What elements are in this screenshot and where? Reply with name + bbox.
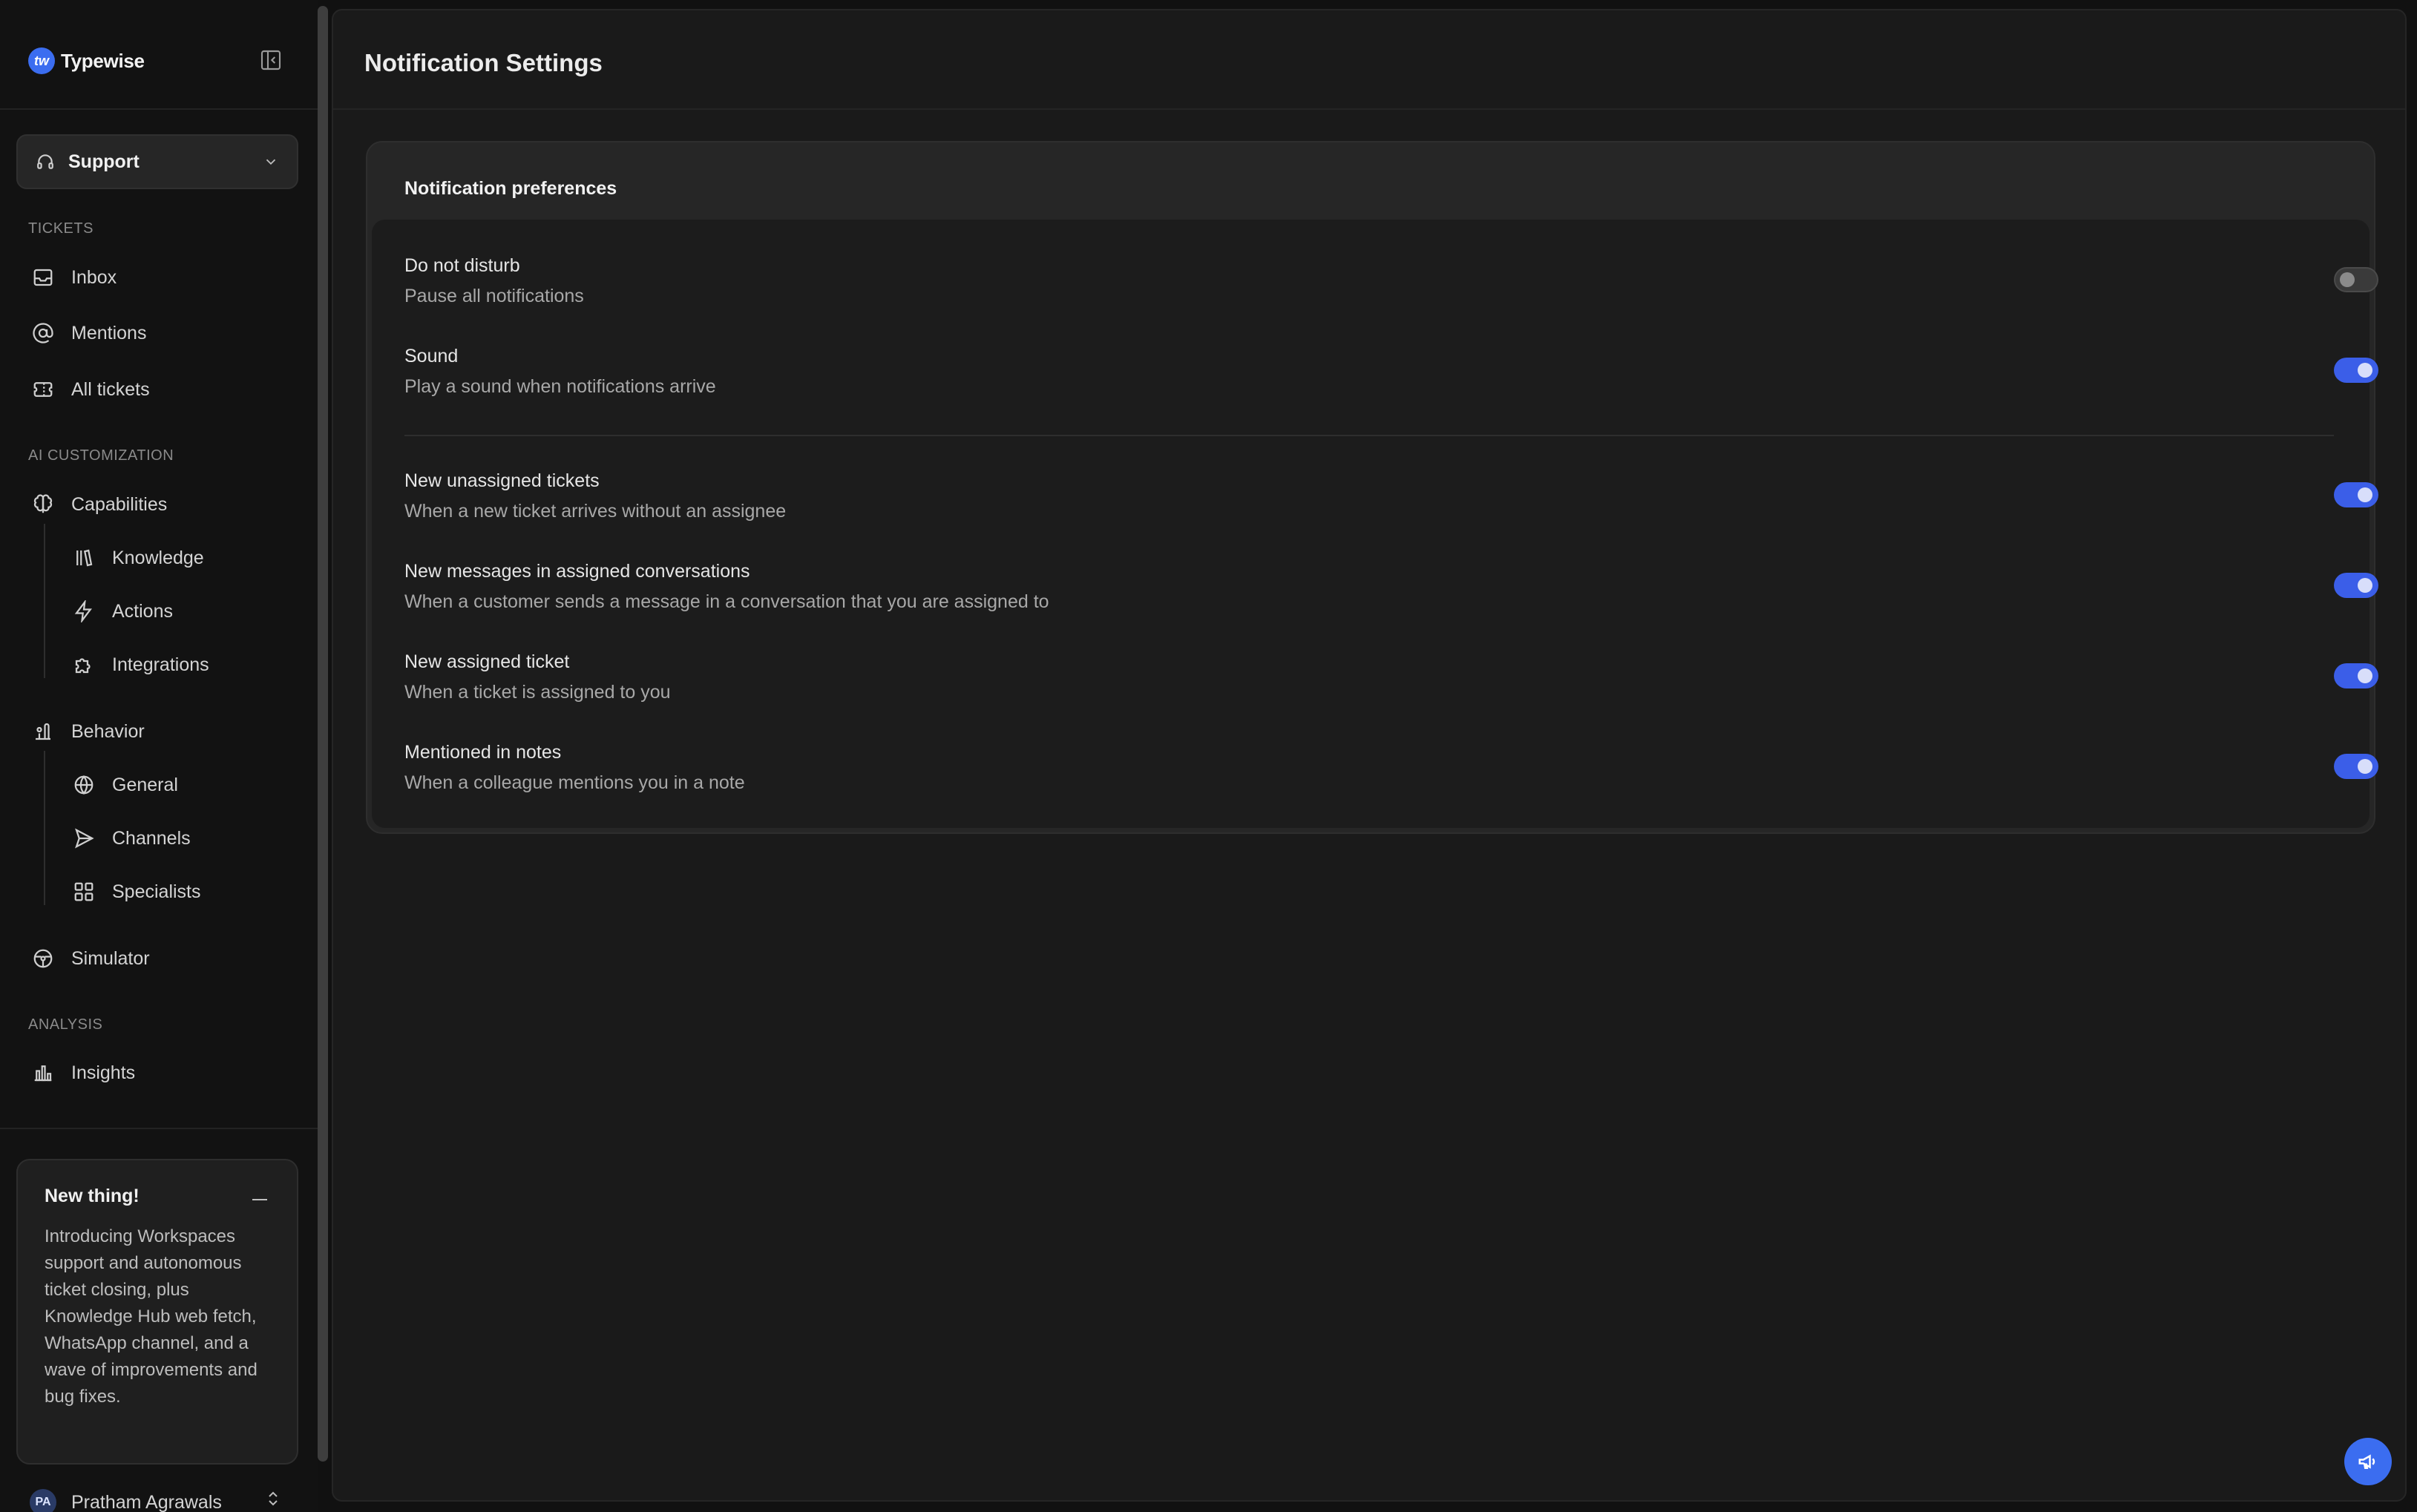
globe-icon <box>70 772 97 798</box>
pref-label: New unassigned tickets <box>404 470 600 491</box>
card-title: Notification preferences <box>404 178 617 199</box>
bar-chart-icon <box>30 1059 56 1086</box>
sidebar-item-label: Capabilities <box>71 493 168 515</box>
sidebar-divider <box>0 1128 318 1129</box>
sidebar-item-channels[interactable]: Channels <box>70 820 191 857</box>
pref-label: New messages in assigned conversations <box>404 561 750 582</box>
megaphone-icon <box>2358 1454 2375 1469</box>
pref-row-new-messages-assigned: New messages in assigned conversations W… <box>404 559 2378 614</box>
typewise-logo-icon: tw <box>28 47 55 74</box>
sidebar-item-insights[interactable]: Insights <box>30 1054 135 1091</box>
sidebar-item-mentions[interactable]: Mentions <box>30 315 146 352</box>
puzzle-icon <box>70 651 97 678</box>
news-body: Introducing Workspaces support and auton… <box>45 1226 258 1407</box>
pref-divider <box>404 435 2334 436</box>
section-label-analysis: ANALYSIS <box>28 1016 103 1033</box>
headset-icon <box>37 154 53 169</box>
user-name: Pratham Agrawals <box>71 1491 222 1512</box>
sidebar-item-knowledge[interactable]: Knowledge <box>70 539 204 576</box>
pref-row-new-unassigned-tickets: New unassigned tickets When a new ticket… <box>404 469 2378 523</box>
pref-label: Sound <box>404 346 459 367</box>
brain-icon <box>30 491 56 518</box>
pref-row-sound: Sound Play a sound when notifications ar… <box>404 344 2378 398</box>
collapse-sidebar-button[interactable] <box>258 47 283 73</box>
sidebar-item-label: All tickets <box>71 378 150 400</box>
sidebar-item-label: Actions <box>112 600 173 622</box>
workspace-select[interactable]: Support <box>16 134 298 189</box>
tree-line <box>44 751 45 905</box>
news-title: New thing! <box>45 1186 140 1206</box>
page-title: Notification Settings <box>364 49 603 76</box>
library-icon <box>70 545 97 571</box>
sidebar-item-label: Mentions <box>71 322 147 344</box>
sidebar-item-behavior[interactable]: Behavior <box>30 713 145 750</box>
pref-desc: Pause all notifications <box>404 286 584 306</box>
sidebar-item-simulator[interactable]: Simulator <box>30 940 150 977</box>
pref-label: Do not disturb <box>404 255 520 276</box>
sidebar-item-label: Integrations <box>112 654 209 675</box>
pref-row-mentioned-in-notes: Mentioned in notes When a colleague ment… <box>404 740 2378 795</box>
sidebar-item-label: Behavior <box>71 720 145 742</box>
sidebar-item-label: Channels <box>112 827 191 849</box>
sidebar-divider <box>0 108 318 110</box>
sidebar-item-label: General <box>112 774 178 795</box>
inbox-icon <box>30 264 56 291</box>
toggle-new-messages-assigned[interactable] <box>2334 573 2378 598</box>
notification-preferences-card: Notification preferences Do not disturb … <box>366 141 2378 834</box>
behavior-icon <box>30 718 56 745</box>
at-sign-icon <box>30 320 56 346</box>
toggle-new-assigned-ticket[interactable] <box>2334 663 2378 688</box>
announcements-button[interactable] <box>2344 1438 2392 1485</box>
sidebar-item-label: Specialists <box>112 881 201 902</box>
sidebar-item-label: Inbox <box>71 266 117 288</box>
pref-row-new-assigned-ticket: New assigned ticket When a ticket is ass… <box>404 650 2378 704</box>
minimize-icon[interactable] <box>252 1199 267 1200</box>
pref-desc: When a ticket is assigned to you <box>404 682 671 703</box>
ticket-icon <box>30 376 56 403</box>
avatar: PA <box>30 1489 56 1512</box>
preferences-list: Do not disturb Pause all notifications S… <box>372 220 2378 828</box>
pref-desc: When a new ticket arrives without an ass… <box>404 501 787 522</box>
sidebar-toggle-icon <box>260 50 281 70</box>
toggle-mentioned-in-notes[interactable] <box>2334 754 2378 779</box>
sidebar-item-label: Insights <box>71 1062 136 1083</box>
section-label-ai-customization: AI CUSTOMIZATION <box>28 447 174 464</box>
pref-desc: Play a sound when notifications arrive <box>404 376 716 397</box>
sidebar-item-all-tickets[interactable]: All tickets <box>30 371 150 408</box>
brand-name: Typewise <box>61 49 145 72</box>
pref-label: Mentioned in notes <box>404 742 562 763</box>
news-card: New thing! Introducing Workspaces suppor… <box>16 1159 298 1465</box>
section-label-tickets: TICKETS <box>28 220 94 237</box>
chevron-down-icon <box>266 159 276 165</box>
header-divider <box>333 108 2405 110</box>
main-panel: Notification Settings Notification prefe… <box>332 9 2407 1502</box>
sidebar-item-capabilities[interactable]: Capabilities <box>30 486 167 523</box>
sidebar: tw Typewise Support TICKETS Inbox Mentio… <box>0 0 318 1512</box>
brand[interactable]: tw Typewise <box>28 45 145 77</box>
workspace-label: Support <box>68 151 140 172</box>
pref-desc: When a customer sends a message in a con… <box>404 591 1049 612</box>
send-icon <box>70 825 97 852</box>
sidebar-item-specialists[interactable]: Specialists <box>70 873 201 910</box>
sidebar-item-actions[interactable]: Actions <box>70 593 173 630</box>
toggle-new-unassigned-tickets[interactable] <box>2334 482 2378 507</box>
user-menu[interactable]: PA Pratham Agrawals <box>30 1488 222 1512</box>
sidebar-scrollbar[interactable] <box>318 6 328 1462</box>
pref-row-do-not-disturb: Do not disturb Pause all notifications <box>404 254 2378 308</box>
toggle-sound[interactable] <box>2334 358 2378 383</box>
sidebar-item-general[interactable]: General <box>70 766 178 803</box>
pref-desc: When a colleague mentions you in a note <box>404 772 745 793</box>
sidebar-item-inbox[interactable]: Inbox <box>30 259 117 296</box>
pref-label: New assigned ticket <box>404 651 570 672</box>
toggle-do-not-disturb[interactable] <box>2334 267 2378 292</box>
sidebar-item-label: Knowledge <box>112 547 204 568</box>
tree-line <box>44 524 45 678</box>
sidebar-item-label: Simulator <box>71 947 150 969</box>
chevrons-up-down-icon[interactable] <box>264 1490 282 1508</box>
steering-wheel-icon <box>30 945 56 972</box>
lightning-icon <box>70 598 97 625</box>
app-root: tw Typewise Support TICKETS Inbox Mentio… <box>0 0 2417 1512</box>
grid-icon <box>70 878 97 905</box>
sidebar-item-integrations[interactable]: Integrations <box>70 646 209 683</box>
